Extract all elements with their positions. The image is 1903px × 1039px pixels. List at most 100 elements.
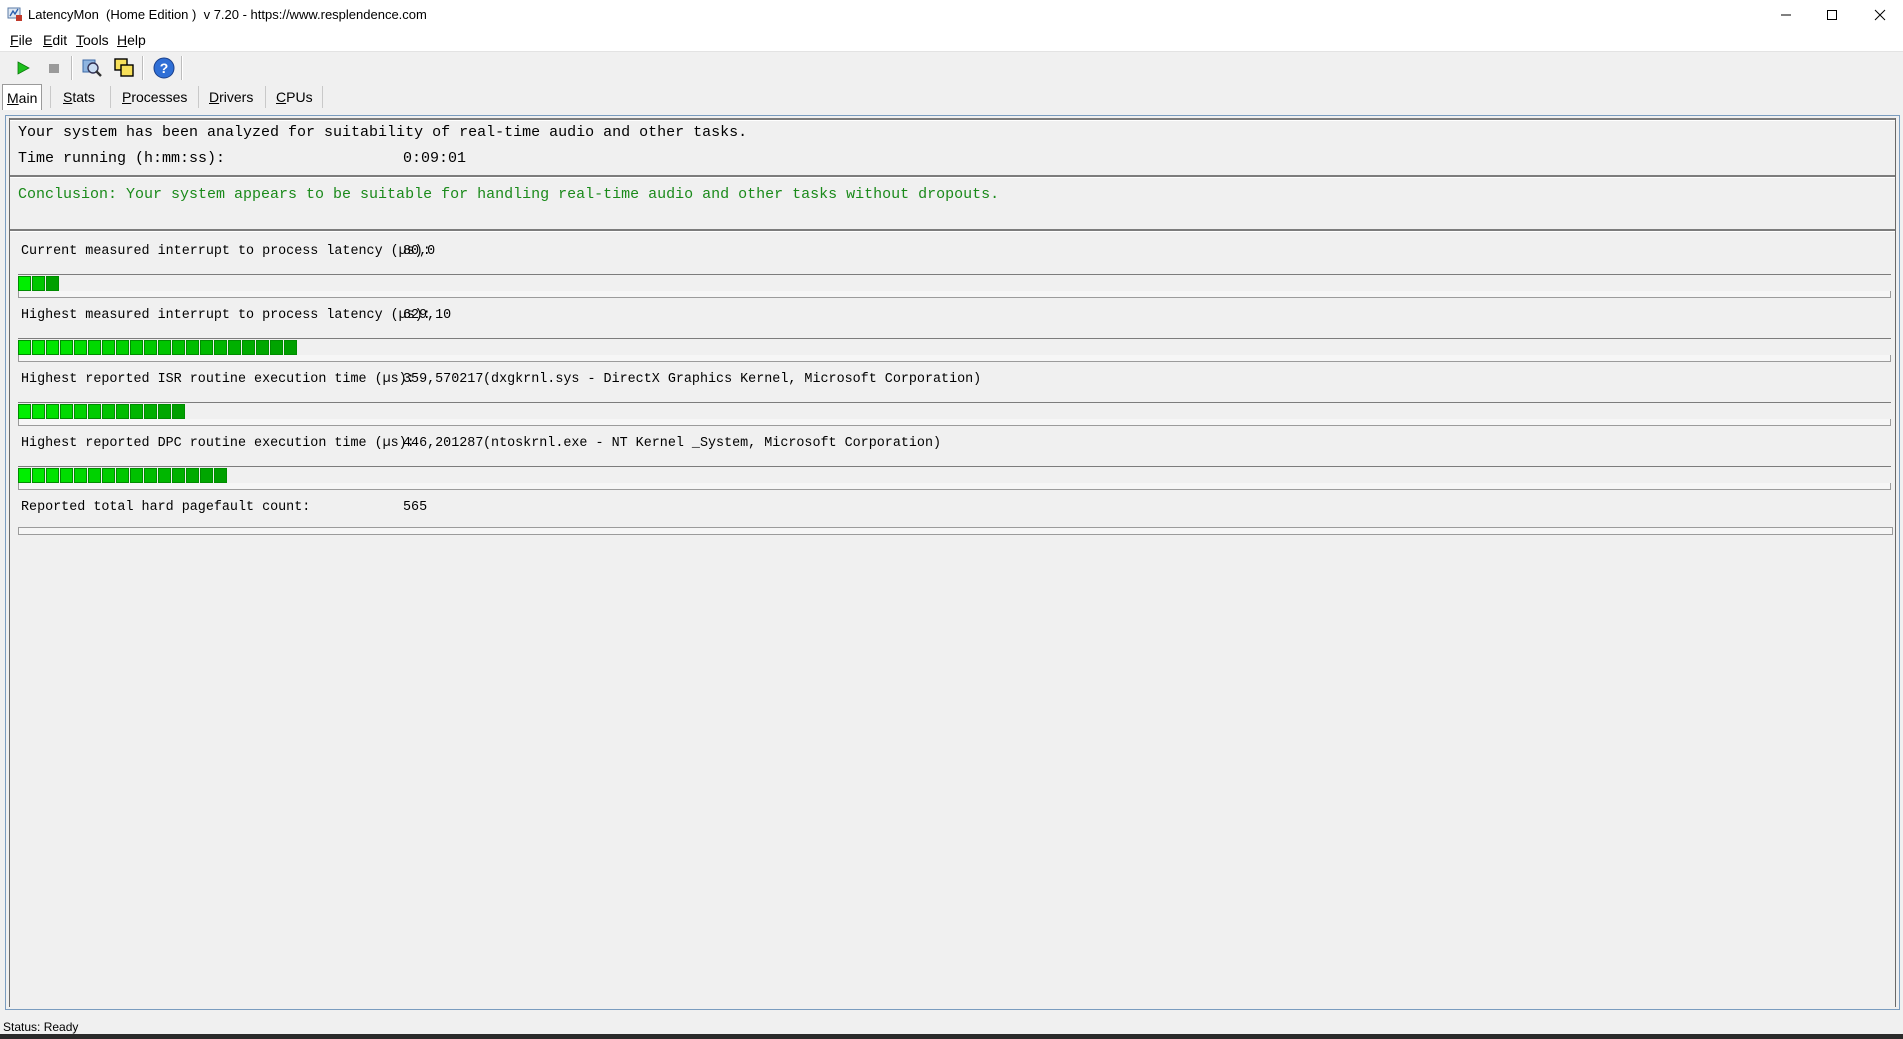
meter-cell	[46, 404, 59, 419]
meter-cell	[32, 276, 45, 291]
divider	[10, 229, 1895, 232]
meter-cell	[102, 404, 115, 419]
window-title: LatencyMon (Home Edition ) v 7.20 - http…	[28, 7, 427, 22]
meter-cell	[74, 468, 87, 483]
latencymon-icon	[7, 7, 22, 21]
tab-stats-label: tats	[72, 89, 95, 105]
menu-file[interactable]: File	[10, 32, 33, 48]
tab-processes-accel: P	[122, 89, 132, 105]
main-panel: Your system has been analyzed for suitab…	[5, 115, 1900, 1010]
meter-cell	[32, 340, 45, 355]
tab-main-accel: M	[7, 89, 19, 106]
menu-tools[interactable]: Tools	[76, 32, 109, 48]
meter-cell	[74, 340, 87, 355]
windows-icon	[114, 58, 134, 77]
meter-cell	[270, 340, 283, 355]
meter-cell	[46, 468, 59, 483]
start-button[interactable]	[11, 56, 35, 80]
tab-drivers-label: rivers	[219, 89, 254, 105]
close-icon	[1874, 9, 1886, 20]
meter-cell	[88, 404, 101, 419]
help-button[interactable]: ?	[152, 56, 176, 80]
dpc-time-label: Highest reported DPC routine execution t…	[21, 436, 415, 451]
tab-processes[interactable]: Processes	[118, 86, 191, 108]
isr-time-meter	[18, 402, 1891, 426]
meter-cell	[60, 468, 73, 483]
meter-cell	[18, 340, 31, 355]
menu-edit-accel: E	[43, 32, 53, 48]
meter-cell	[18, 404, 31, 419]
tab-main[interactable]: Main	[2, 84, 43, 110]
tab-bar: Main Stats Processes Drivers C PUs	[0, 84, 1903, 110]
dpc-time-meter	[18, 466, 1891, 490]
meter-cell	[130, 404, 143, 419]
meter-cell	[144, 468, 157, 483]
menu-bar: File Edit Tools Help	[0, 29, 1903, 52]
meter-cell	[116, 468, 129, 483]
maximize-button[interactable]	[1809, 0, 1855, 29]
minimize-button[interactable]	[1763, 0, 1809, 29]
pagefault-meter	[18, 527, 1893, 535]
meter-cell	[186, 468, 199, 483]
current-latency-value: 80,0	[403, 244, 436, 259]
meter-cell	[256, 340, 269, 355]
title-bar: LatencyMon (Home Edition ) v 7.20 - http…	[0, 0, 1903, 29]
meter-cell	[46, 276, 59, 291]
meter-cell	[60, 404, 73, 419]
windows-button[interactable]	[112, 56, 136, 80]
meter-cell	[214, 468, 227, 483]
meter-cell	[214, 340, 227, 355]
meter-cell	[102, 340, 115, 355]
tab-cpus-accel: C	[276, 89, 287, 105]
tab-stats-accel: S	[63, 89, 73, 105]
tab-drivers[interactable]: Drivers	[205, 86, 257, 108]
svg-text:?: ?	[160, 60, 169, 76]
stop-button[interactable]	[42, 56, 66, 80]
meter-cell	[18, 276, 31, 291]
highest-latency-label: Highest measured interrupt to process la…	[21, 308, 431, 323]
menu-file-accel: F	[10, 32, 19, 48]
meter-cell	[74, 404, 87, 419]
toolbar-separator	[142, 56, 143, 80]
time-running-label: Time running (h:mm:ss):	[18, 150, 226, 167]
tab-separator	[50, 86, 51, 108]
analyze-icon	[82, 59, 102, 77]
menu-help[interactable]: Help	[117, 32, 146, 48]
tab-processes-label: rocesses	[131, 89, 188, 105]
stop-icon	[49, 64, 59, 73]
tab-separator	[198, 86, 199, 108]
close-button[interactable]	[1857, 0, 1903, 29]
meter-cell	[172, 468, 185, 483]
meter-cell	[172, 340, 185, 355]
tab-main-label: ain	[18, 89, 38, 106]
analysis-summary: Your system has been analyzed for suitab…	[18, 124, 748, 141]
minimize-icon	[1781, 14, 1791, 15]
meter-cells	[18, 404, 186, 419]
meter-cell	[200, 468, 213, 483]
maximize-icon	[1827, 9, 1837, 20]
meter-cell	[88, 468, 101, 483]
tab-separator	[265, 86, 266, 108]
help-icon: ?	[153, 57, 175, 79]
meter-cell	[32, 404, 45, 419]
menu-edit-label: dit	[52, 32, 68, 48]
meter-cell	[242, 340, 255, 355]
meter-cell	[116, 340, 129, 355]
meter-cell	[60, 340, 73, 355]
meter-cell	[102, 468, 115, 483]
meter-cells	[18, 468, 228, 483]
tab-stats[interactable]: Stats	[59, 86, 99, 108]
tab-cpus[interactable]: C PUs	[272, 86, 317, 108]
current-latency-meter	[18, 274, 1891, 298]
tab-cpus-label: PUs	[286, 89, 313, 105]
time-running-value: 0:09:01	[403, 150, 467, 167]
meter-cell	[228, 340, 241, 355]
divider	[10, 175, 1895, 178]
meter-cell	[186, 340, 199, 355]
menu-edit[interactable]: Edit	[43, 32, 67, 48]
menu-file-label: ile	[18, 32, 33, 48]
isr-time-value: 359,570217	[403, 372, 484, 387]
taskbar-edge	[0, 1034, 1903, 1039]
main-panel-inner: Your system has been analyzed for suitab…	[9, 118, 1896, 1007]
analyze-button[interactable]	[80, 56, 104, 80]
